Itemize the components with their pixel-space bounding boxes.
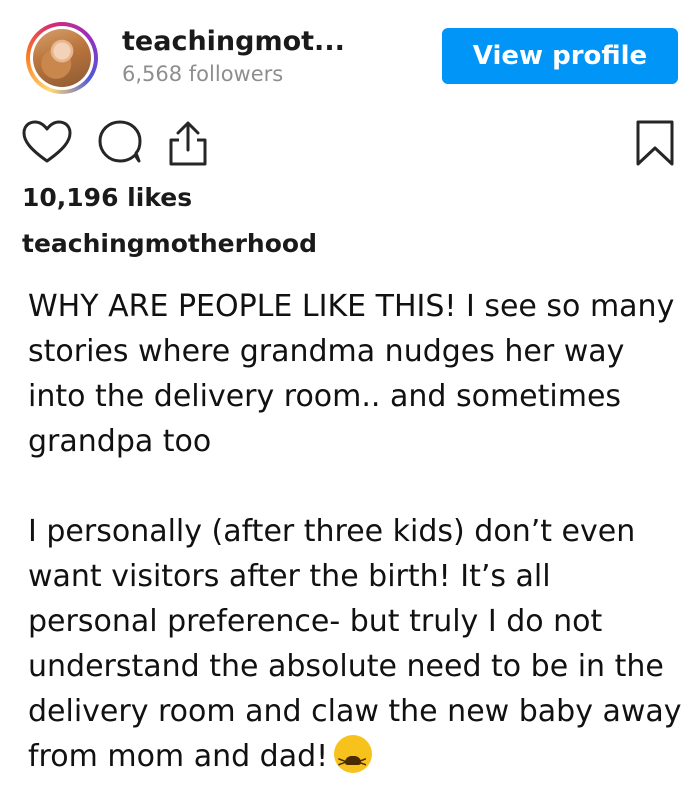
comment-bubble-icon[interactable] xyxy=(95,118,145,166)
like-count[interactable]: 10,196 likes xyxy=(22,183,192,212)
action-bar xyxy=(0,110,700,172)
view-profile-button[interactable]: View profile xyxy=(442,28,678,84)
username[interactable]: teachingmot... xyxy=(122,26,345,57)
caption-paragraph: I personally (after three kids) don’t ev… xyxy=(28,509,688,785)
post-header: teachingmot... 6,568 followers View prof… xyxy=(0,0,700,110)
instagram-post-card: teachingmot... 6,568 followers View prof… xyxy=(0,0,700,791)
avatar[interactable] xyxy=(26,22,98,94)
caption-text: WHY ARE PEOPLE LIKE THIS! I see so many … xyxy=(28,284,688,785)
caption-username[interactable]: teachingmotherhood xyxy=(22,229,317,258)
avatar-border xyxy=(30,26,94,90)
profile-photo xyxy=(33,29,91,87)
tired-face-emoji-icon xyxy=(334,735,373,785)
caption-paragraph: WHY ARE PEOPLE LIKE THIS! I see so many … xyxy=(28,289,675,459)
share-icon[interactable] xyxy=(163,118,213,168)
heart-icon[interactable] xyxy=(20,118,74,166)
bookmark-icon[interactable] xyxy=(634,118,676,168)
follower-count: 6,568 followers xyxy=(122,62,284,86)
